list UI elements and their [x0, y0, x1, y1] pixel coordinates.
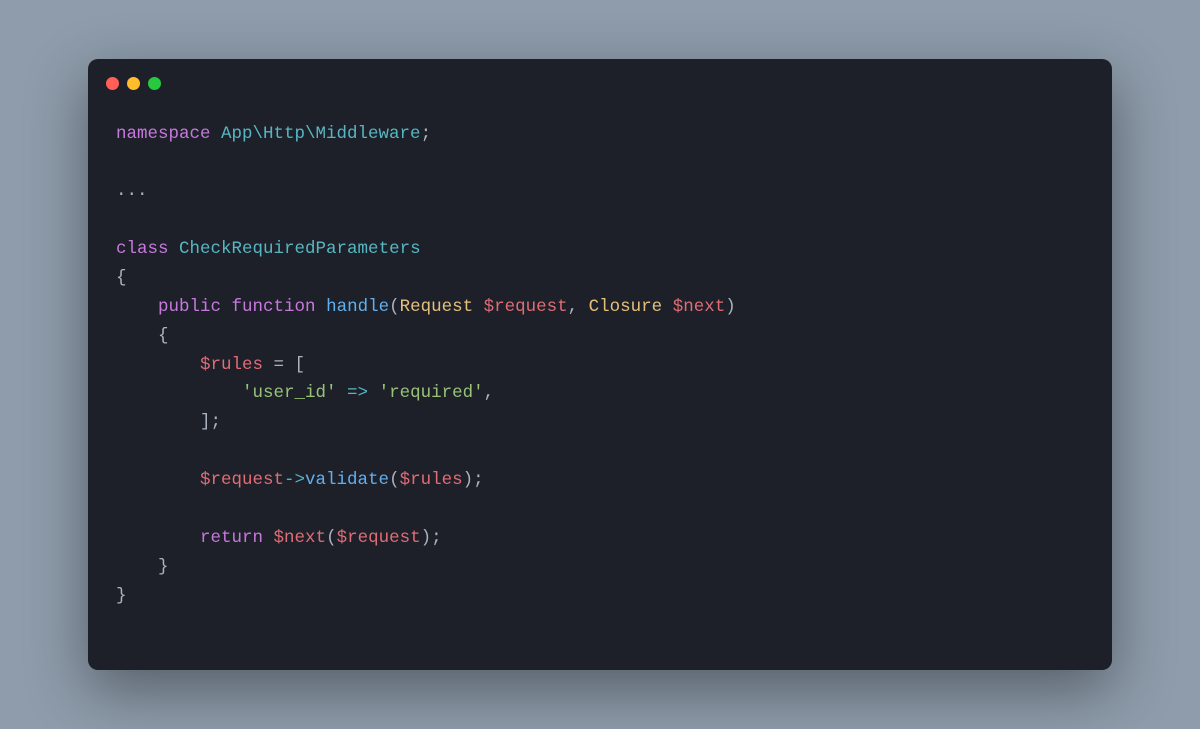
maximize-icon[interactable]	[148, 77, 161, 90]
space	[211, 124, 222, 144]
namespace-path: App\Http\Middleware	[221, 124, 421, 144]
function-name-handle: handle	[326, 297, 389, 317]
bracket-close: ]	[200, 412, 211, 432]
window-titlebar	[88, 59, 1112, 90]
keyword-class: class	[116, 239, 169, 259]
comma: ,	[568, 297, 589, 317]
comma: ,	[484, 383, 495, 403]
paren-open: (	[389, 297, 400, 317]
semicolon: ;	[431, 528, 442, 548]
keyword-public: public	[158, 297, 221, 317]
brace-open: {	[158, 326, 169, 346]
var-next: $next	[274, 528, 327, 548]
var-request: $request	[484, 297, 568, 317]
space	[263, 528, 274, 548]
paren-close: )	[725, 297, 736, 317]
method-validate: validate	[305, 470, 389, 490]
space	[169, 239, 180, 259]
space	[662, 297, 673, 317]
var-rules: $rules	[200, 355, 263, 375]
paren-close: )	[463, 470, 474, 490]
var-rules: $rules	[400, 470, 463, 490]
brace-close: }	[158, 557, 169, 577]
minimize-icon[interactable]	[127, 77, 140, 90]
code-content: namespace App\Http\Middleware; ... class…	[88, 90, 1112, 671]
semicolon: ;	[421, 124, 432, 144]
space	[221, 297, 232, 317]
space	[473, 297, 484, 317]
type-closure: Closure	[589, 297, 663, 317]
paren-open: (	[326, 528, 337, 548]
keyword-function: function	[232, 297, 316, 317]
paren-open: (	[389, 470, 400, 490]
object-arrow: ->	[284, 470, 305, 490]
var-request: $request	[200, 470, 284, 490]
semicolon: ;	[473, 470, 484, 490]
equals: =	[263, 355, 295, 375]
brace-open: {	[116, 268, 127, 288]
semicolon: ;	[211, 412, 222, 432]
var-request: $request	[337, 528, 421, 548]
code-window: namespace App\Http\Middleware; ... class…	[88, 59, 1112, 671]
keyword-namespace: namespace	[116, 124, 211, 144]
type-request: Request	[400, 297, 474, 317]
ellipsis: ...	[116, 181, 148, 201]
close-icon[interactable]	[106, 77, 119, 90]
string-userid: 'user_id'	[242, 383, 337, 403]
bracket-open: [	[295, 355, 306, 375]
class-name: CheckRequiredParameters	[179, 239, 421, 259]
string-required: 'required'	[379, 383, 484, 403]
assoc-arrow: =>	[337, 383, 379, 403]
keyword-return: return	[200, 528, 263, 548]
paren-close: )	[421, 528, 432, 548]
space	[316, 297, 327, 317]
brace-close: }	[116, 586, 127, 606]
var-next: $next	[673, 297, 726, 317]
